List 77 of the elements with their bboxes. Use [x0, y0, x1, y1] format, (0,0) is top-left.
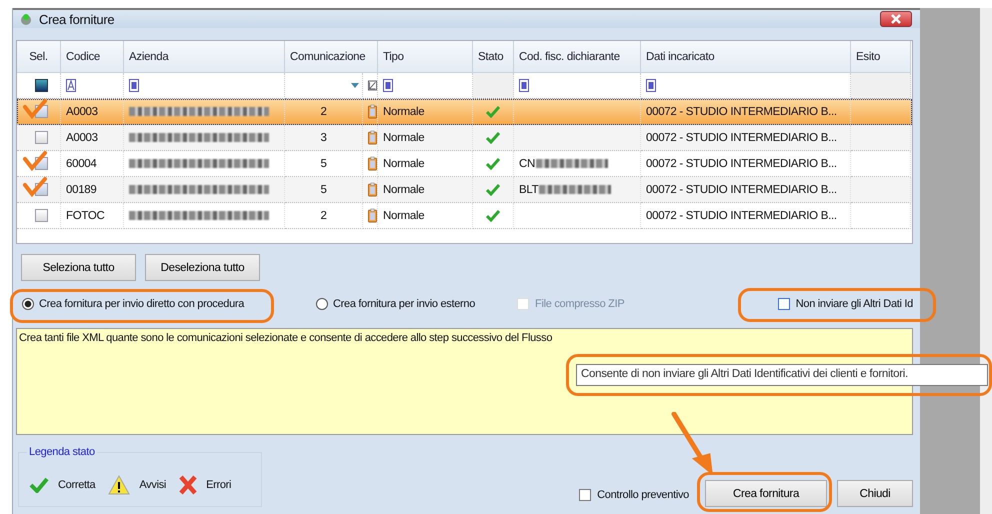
- filter-clear-icon[interactable]: [368, 79, 377, 92]
- column-header[interactable]: Azienda: [124, 41, 285, 73]
- column-header[interactable]: Esito: [851, 41, 911, 73]
- description-text: Crea tanti file XML quante sono le comunicazioni selezionate e consente di accedere allo step successivo del Flusso: [19, 332, 552, 344]
- clipboard-icon[interactable]: [368, 181, 377, 198]
- filter-cell[interactable]: [473, 73, 514, 99]
- table-row[interactable]: FOTOC 2 Normale 00072 - STUDIO INTERMEDIARIO B...: [17, 203, 912, 229]
- table-cell: 00189: [66, 184, 96, 196]
- column-header[interactable]: Cod. fisc. dichiarante: [514, 41, 641, 73]
- window-title: Crea forniture: [39, 12, 114, 26]
- clipboard-icon[interactable]: [368, 103, 377, 120]
- table-cell: 2: [320, 106, 327, 118]
- table-cell: 00072 - STUDIO INTERMEDIARIO B...: [646, 106, 837, 118]
- create-button[interactable]: Crea fornitura: [705, 480, 827, 507]
- table-cell: A0003: [66, 106, 98, 118]
- legend-title: Legenda stato: [27, 446, 97, 458]
- table-cell: 5: [320, 184, 327, 196]
- filter-icon[interactable]: [646, 79, 656, 92]
- row-checkbox[interactable]: [34, 131, 48, 144]
- column-header[interactable]: Codice: [61, 41, 124, 73]
- table-cell: 00072 - STUDIO INTERMEDIARIO B...: [646, 132, 837, 144]
- preview-check-checkbox[interactable]: Controllo preventivo: [579, 489, 689, 501]
- table-cell: CN: [519, 158, 536, 170]
- table-cell: 00072 - STUDIO INTERMEDIARIO B...: [646, 184, 837, 196]
- table-cell: BLT: [519, 184, 538, 196]
- table-cell: 5: [320, 158, 327, 170]
- warning-icon: [108, 475, 130, 495]
- table-cell: Normale: [383, 210, 424, 222]
- radio-option[interactable]: Crea fornitura per invio diretto con procedura: [22, 298, 284, 310]
- table-cell: 2: [320, 210, 327, 222]
- table-cell: Normale: [383, 132, 424, 144]
- check-mark-annotation: [23, 151, 47, 171]
- text-filter-icon[interactable]: [66, 79, 76, 92]
- close-button[interactable]: [880, 11, 912, 27]
- table-cell: Normale: [383, 106, 424, 118]
- table-cell: FOTOC: [66, 210, 105, 222]
- legend-label: Errori: [206, 479, 232, 491]
- exclude-data-checkbox[interactable]: Non inviare gli Altri Dati Id: [778, 298, 913, 310]
- table-cell: 3: [320, 132, 327, 144]
- radio-option[interactable]: Crea fornitura per invio esterno: [316, 298, 476, 310]
- table-cell: Normale: [383, 184, 424, 196]
- filter-icon[interactable]: [129, 79, 139, 92]
- column-header[interactable]: Tipo: [378, 41, 473, 73]
- table-row[interactable]: 60004 5 Normale CN 00072 - STUDIO INTERMEDIARIO B...: [17, 151, 912, 177]
- select-button[interactable]: Seleziona tutto: [21, 254, 136, 281]
- clipboard-icon[interactable]: [368, 155, 377, 172]
- app-icon: [19, 12, 33, 26]
- clipboard-icon[interactable]: [368, 207, 377, 224]
- column-header[interactable]: Stato: [473, 41, 514, 73]
- legend-label: Corretta: [58, 479, 96, 491]
- table-cell: 60004: [66, 158, 96, 170]
- filter-icon[interactable]: [519, 79, 529, 92]
- legend-label: Avvisi: [139, 479, 166, 491]
- column-header[interactable]: Sel.: [17, 41, 61, 73]
- table-row[interactable]: A0003 3 Normale 00072 - STUDIO INTERMEDIARIO B...: [17, 125, 912, 151]
- cross-icon: [179, 475, 198, 495]
- check-mark-annotation: [23, 177, 47, 197]
- filter-icon[interactable]: [383, 79, 393, 92]
- table-row[interactable]: 00189 5 Normale BLT 00072 - STUDIO INTERMEDIARIO B...: [17, 177, 912, 203]
- table-cell: Normale: [383, 158, 424, 170]
- row-checkbox[interactable]: [34, 209, 48, 222]
- check-mark-icon: [29, 477, 49, 493]
- tooltip: Consente di non inviare gli Altri Dati Identificativi dei clienti e fornitori.: [576, 364, 988, 386]
- select-button[interactable]: Deseleziona tutto: [145, 254, 260, 281]
- table-cell: A0003: [66, 132, 98, 144]
- table-row[interactable]: A0003 2 Normale 00072 - STUDIO INTERMEDIARIO B...: [17, 99, 912, 125]
- table-cell: 00072 - STUDIO INTERMEDIARIO B...: [646, 158, 837, 170]
- dropdown-caret-icon[interactable]: [351, 83, 359, 88]
- clipboard-icon[interactable]: [368, 129, 377, 146]
- select-all-checkbox[interactable]: [34, 79, 48, 92]
- close-icon: [891, 14, 901, 24]
- close-button[interactable]: Chiudi: [837, 480, 913, 507]
- check-mark-annotation: [23, 99, 47, 119]
- column-header[interactable]: Comunicazione: [285, 41, 378, 73]
- table-cell: 00072 - STUDIO INTERMEDIARIO B...: [646, 210, 837, 222]
- filter-cell[interactable]: [851, 73, 911, 99]
- column-header[interactable]: Dati incaricato: [641, 41, 851, 73]
